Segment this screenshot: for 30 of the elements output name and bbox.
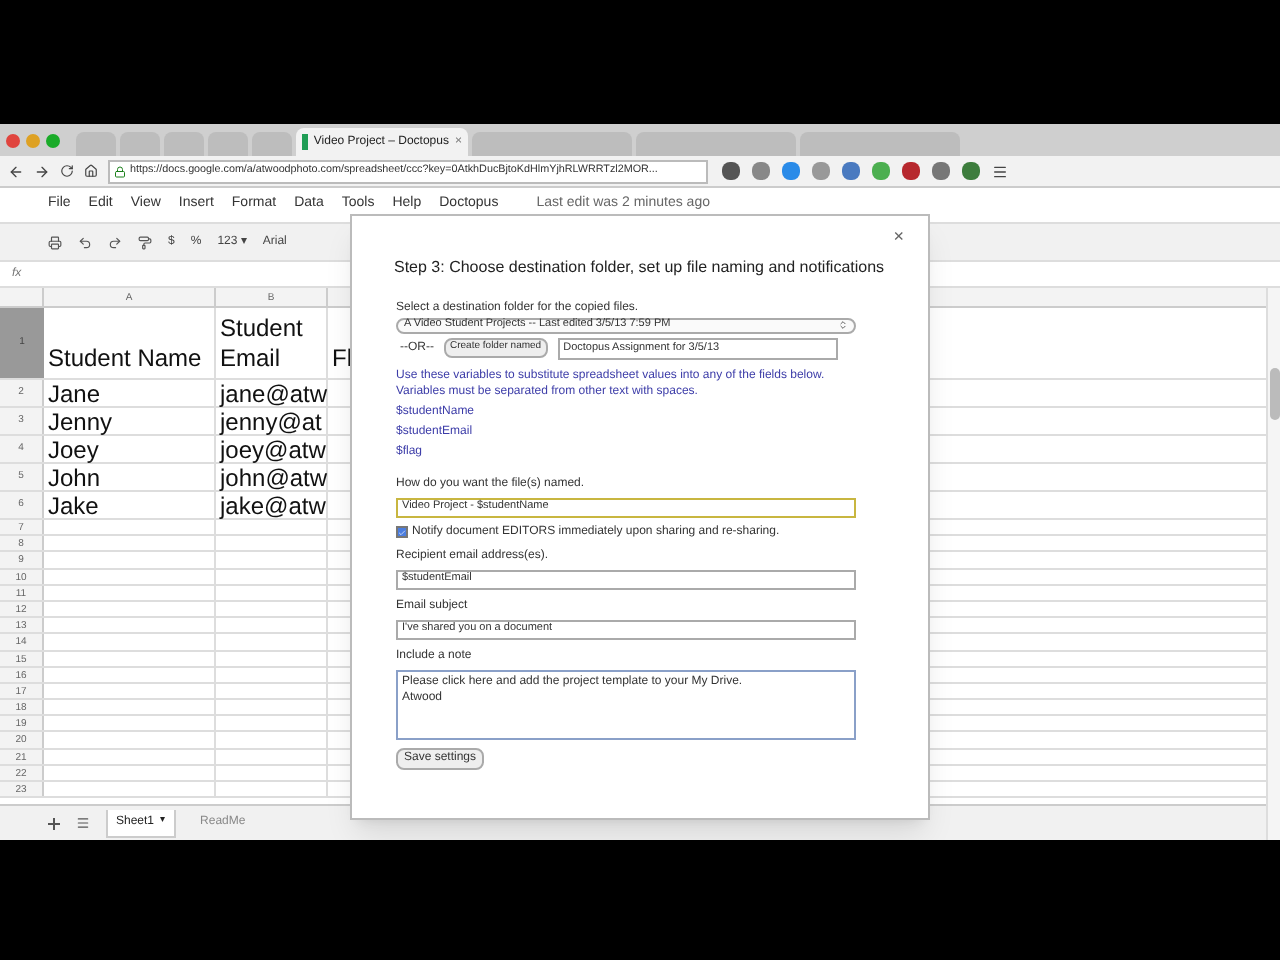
undo-icon[interactable] [78,235,92,249]
forward-icon[interactable] [34,163,50,179]
table-cell: john@atw [216,464,328,490]
home-icon[interactable] [84,164,98,178]
menu-icon[interactable] [992,163,1008,179]
table-cell: jane@atw [216,380,328,406]
paint-format-icon[interactable] [138,235,152,249]
dialog-title: Step 3: Choose destination folder, set up file naming and notifications [394,255,887,277]
back-icon[interactable] [8,163,24,179]
sheets-icon [302,134,308,150]
table-cell: Joey [44,436,216,462]
lock-icon [114,165,126,177]
scrollbar-thumb[interactable] [1269,368,1279,420]
sheet-list-icon[interactable] [76,816,90,830]
print-icon[interactable] [48,235,62,249]
table-cell: Jake [44,492,216,518]
close-button[interactable]: × [893,224,904,251]
table-cell: Jenny [44,408,216,434]
table-cell: Student Name [44,308,216,378]
table-cell: jenny@at [216,408,328,434]
table-cell: jake@atw [216,492,328,518]
notify-checkbox[interactable] [396,526,408,538]
table-cell: joey@atw [216,436,328,462]
add-sheet-icon[interactable] [48,817,60,829]
table-cell: Jane [44,380,216,406]
select-arrows-icon [838,320,848,330]
table-cell: John [44,464,216,490]
reload-icon[interactable] [60,164,74,178]
check-icon [398,527,406,537]
redo-icon[interactable] [108,235,122,249]
